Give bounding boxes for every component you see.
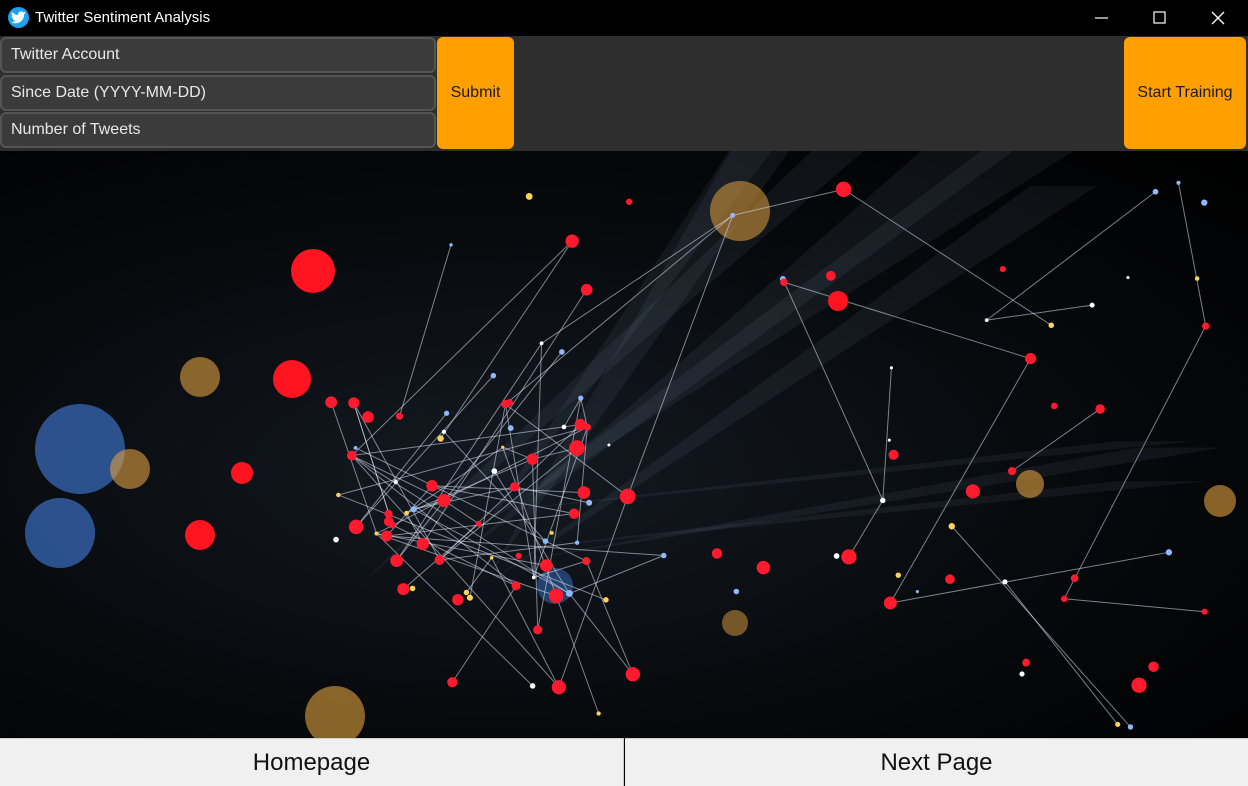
homepage-button[interactable]: Homepage (0, 738, 624, 786)
start-training-button[interactable]: Start Training (1124, 37, 1246, 149)
window-title: Twitter Sentiment Analysis (35, 9, 211, 26)
number-of-tweets-input[interactable]: Number of Tweets (0, 112, 436, 148)
maximize-icon (1153, 11, 1166, 24)
title-bar: Twitter Sentiment Analysis (0, 0, 1248, 36)
close-button[interactable] (1189, 0, 1247, 36)
since-date-input[interactable]: Since Date (YYYY-MM-DD) (0, 75, 436, 111)
twitter-bird-icon (8, 7, 29, 28)
close-icon (1211, 11, 1225, 25)
minimize-button[interactable] (1073, 0, 1131, 36)
twitter-account-input[interactable]: Twitter Account (0, 37, 436, 73)
submit-button[interactable]: Submit (437, 37, 514, 149)
control-panel: Twitter Account Since Date (YYYY-MM-DD) … (0, 36, 1248, 151)
next-page-button[interactable]: Next Page (625, 738, 1248, 786)
maximize-button[interactable] (1131, 0, 1189, 36)
network-visual (25, 151, 1236, 738)
minimize-icon (1095, 17, 1108, 19)
network-background-image (0, 151, 1248, 738)
